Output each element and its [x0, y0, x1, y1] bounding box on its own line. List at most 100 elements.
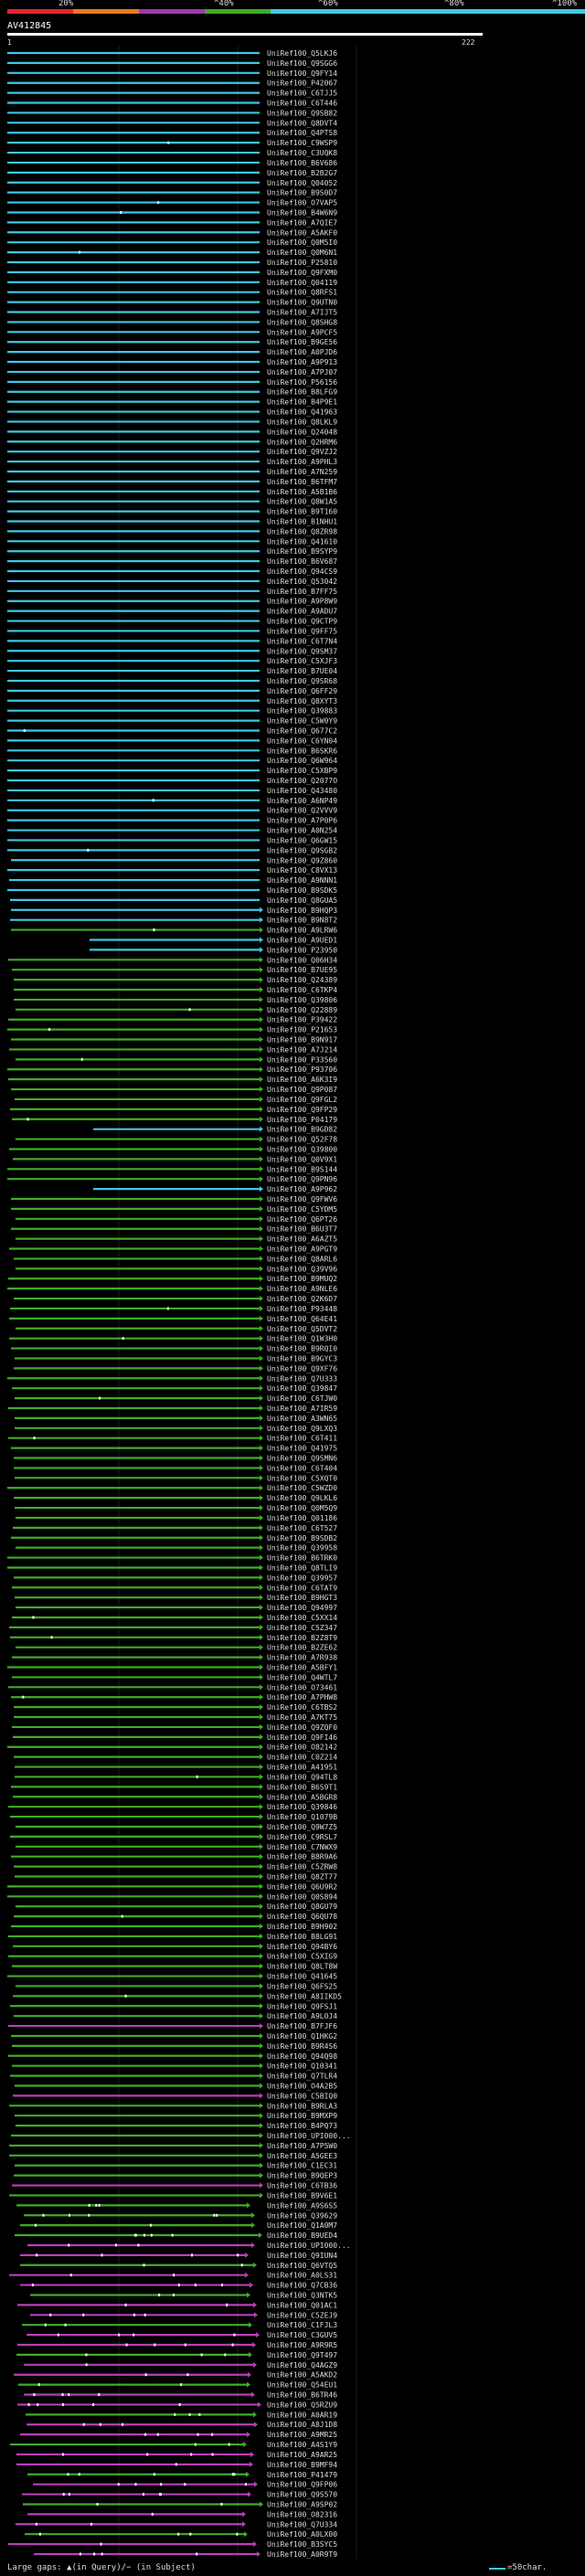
- hit-label[interactable]: UniRef100_B9SDK5: [267, 886, 337, 895]
- hit-label[interactable]: UniRef100_P33560: [267, 1055, 337, 1064]
- hit-label[interactable]: UniRef100_Q9FF75: [267, 627, 337, 635]
- hit-label[interactable]: UniRef100_Q01186: [267, 1514, 337, 1522]
- hit-label[interactable]: UniRef100_Q4WTL7: [267, 1673, 337, 1681]
- hit-label[interactable]: UniRef100_A9UED1: [267, 936, 337, 944]
- hit-label[interactable]: UniRef100_Q8LT8W: [267, 1963, 337, 1971]
- hit-label[interactable]: UniRef100_Q0M5I0: [267, 239, 337, 247]
- hit-label[interactable]: UniRef100_C5YDM5: [267, 1205, 337, 1214]
- hit-label[interactable]: UniRef100_O4A2B5: [267, 2082, 337, 2090]
- hit-label[interactable]: UniRef100_Q9T497: [267, 2351, 337, 2359]
- hit-label[interactable]: UniRef100_Q8W1A5: [267, 498, 337, 506]
- hit-label[interactable]: UniRef100_C5XIG9: [267, 1953, 337, 1961]
- hit-label[interactable]: UniRef100_Q9FGL2: [267, 1096, 337, 1104]
- hit-label[interactable]: UniRef100_B9R4S6: [267, 2042, 337, 2051]
- hit-label[interactable]: UniRef100_C5XJF3: [267, 657, 337, 665]
- hit-label[interactable]: UniRef100_B4W6N9: [267, 208, 337, 217]
- hit-label[interactable]: UniRef100_Q9SGG6: [267, 59, 337, 68]
- hit-label[interactable]: UniRef100_A4S1Y9: [267, 2441, 337, 2449]
- hit-label[interactable]: UniRef100_B9SDB2: [267, 1534, 337, 1542]
- hit-label[interactable]: UniRef100_Q2VVV9: [267, 807, 337, 815]
- hit-label[interactable]: UniRef100_A9P962: [267, 1185, 337, 1193]
- hit-label[interactable]: UniRef100_Q9ZQF0: [267, 1723, 337, 1732]
- hit-label[interactable]: UniRef100_Q2HRM6: [267, 438, 337, 446]
- hit-label[interactable]: UniRef100_Q4AGZ9: [267, 2361, 337, 2369]
- hit-label[interactable]: UniRef100_A7KT75: [267, 1713, 337, 1722]
- hit-label[interactable]: UniRef100_A5B1B6: [267, 488, 337, 496]
- hit-label[interactable]: UniRef100_Q94TL8: [267, 1773, 337, 1781]
- hit-label[interactable]: UniRef100_Q94CS9: [267, 567, 337, 576]
- hit-label[interactable]: UniRef100_A7PJ07: [267, 368, 337, 376]
- hit-label[interactable]: UniRef100_P25810: [267, 259, 337, 267]
- hit-label[interactable]: UniRef100_Q04119: [267, 279, 337, 287]
- hit-label[interactable]: UniRef100_A7IJT5: [267, 309, 337, 317]
- hit-label[interactable]: UniRef100_Q9FY14: [267, 69, 337, 78]
- hit-label[interactable]: UniRef100_P21653: [267, 1026, 337, 1034]
- hit-label[interactable]: UniRef100_Q41975: [267, 1445, 337, 1453]
- hit-label[interactable]: UniRef100_B3SYC5: [267, 2540, 337, 2549]
- hit-label[interactable]: UniRef100_Q10341: [267, 2062, 337, 2071]
- hit-label[interactable]: UniRef100_B9S0D7: [267, 189, 337, 197]
- hit-label[interactable]: UniRef100_Q24389: [267, 976, 337, 984]
- hit-label[interactable]: UniRef100_UPI000...: [267, 2132, 351, 2140]
- hit-label[interactable]: UniRef100_C5W0Y9: [267, 717, 337, 726]
- hit-label[interactable]: UniRef100_A9NNN1: [267, 876, 337, 885]
- hit-label[interactable]: UniRef100_B2Z8T9: [267, 1634, 337, 1642]
- hit-label[interactable]: UniRef100_A7P0P6: [267, 817, 337, 825]
- hit-label[interactable]: UniRef100_A41951: [267, 1764, 337, 1772]
- hit-label[interactable]: UniRef100_C5XX14: [267, 1614, 337, 1622]
- hit-label[interactable]: UniRef100_B9MF94: [267, 2461, 337, 2469]
- hit-label[interactable]: UniRef100_Q9SGB2: [267, 846, 337, 854]
- hit-label[interactable]: UniRef100_Q5RZU9: [267, 2401, 337, 2409]
- hit-label[interactable]: UniRef100_Q94BY6: [267, 1943, 337, 1951]
- hit-label[interactable]: UniRef100_C5WZD0: [267, 1484, 337, 1492]
- hit-label[interactable]: UniRef100_B7UE04: [267, 667, 337, 675]
- hit-label[interactable]: UniRef100_B1NHU1: [267, 518, 337, 526]
- hit-label[interactable]: UniRef100_Q39800: [267, 1145, 337, 1153]
- hit-label[interactable]: UniRef100_Q39883: [267, 707, 337, 716]
- hit-label[interactable]: UniRef100_Q5LKJ6: [267, 49, 337, 58]
- hit-label[interactable]: UniRef100_Q6VTQ5: [267, 2262, 337, 2270]
- hit-label[interactable]: UniRef100_B7FJF6: [267, 2022, 337, 2030]
- hit-label[interactable]: UniRef100_A7IR59: [267, 1405, 337, 1413]
- hit-label[interactable]: UniRef100_Q8LKL9: [267, 418, 337, 426]
- hit-label[interactable]: UniRef100_C5ZEJ9: [267, 2311, 337, 2319]
- hit-label[interactable]: UniRef100_A9PHL3: [267, 458, 337, 466]
- hit-label[interactable]: UniRef100_A6AZT5: [267, 1235, 337, 1244]
- hit-label[interactable]: UniRef100_C6T411: [267, 1435, 337, 1443]
- hit-label[interactable]: UniRef100_C3GUV5: [267, 2331, 337, 2339]
- hit-label[interactable]: UniRef100_C8VX13: [267, 866, 337, 875]
- hit-label[interactable]: UniRef100_Q9FI46: [267, 1733, 337, 1742]
- hit-label[interactable]: UniRef100_B6SKR6: [267, 747, 337, 755]
- hit-label[interactable]: UniRef100_Q39958: [267, 1544, 337, 1553]
- hit-label[interactable]: UniRef100_Q8GU79: [267, 1903, 337, 1911]
- hit-label[interactable]: UniRef100_UPI000...: [267, 2242, 351, 2250]
- hit-label[interactable]: UniRef100_A0PJD6: [267, 348, 337, 356]
- hit-label[interactable]: UniRef100_B6S9T1: [267, 1783, 337, 1791]
- hit-label[interactable]: UniRef100_A6NP49: [267, 797, 337, 805]
- hit-label[interactable]: UniRef100_C1EC31: [267, 2162, 337, 2170]
- hit-label[interactable]: UniRef100_B9GD82: [267, 1126, 337, 1134]
- hit-label[interactable]: UniRef100_Q94997: [267, 1604, 337, 1612]
- hit-label[interactable]: UniRef100_A0LX00: [267, 2530, 337, 2539]
- hit-label[interactable]: UniRef100_B9H902: [267, 1923, 337, 1931]
- hit-label[interactable]: UniRef100_A9PGT9: [267, 1246, 337, 1254]
- hit-label[interactable]: UniRef100_B9RQI0: [267, 1345, 337, 1353]
- hit-label[interactable]: UniRef100_O73461: [267, 1683, 337, 1691]
- hit-label[interactable]: UniRef100_Q9FSJ1: [267, 2002, 337, 2010]
- hit-label[interactable]: UniRef100_Q9FP29: [267, 1106, 337, 1114]
- hit-label[interactable]: UniRef100_Q9Z860: [267, 856, 337, 864]
- hit-label[interactable]: UniRef100_A7PHW8: [267, 1693, 337, 1701]
- hit-label[interactable]: UniRef100_Q64E41: [267, 1315, 337, 1323]
- hit-label[interactable]: UniRef100_A5AKF0: [267, 228, 337, 237]
- hit-label[interactable]: UniRef100_A9PCF5: [267, 328, 337, 336]
- hit-label[interactable]: UniRef100_Q8ARL6: [267, 1255, 337, 1263]
- hit-label[interactable]: UniRef100_B9N8T2: [267, 917, 337, 925]
- hit-label[interactable]: UniRef100_B2ZE62: [267, 1644, 337, 1652]
- hit-label[interactable]: UniRef100_A8J1D8: [267, 2421, 337, 2429]
- hit-label[interactable]: UniRef100_B9MXP9: [267, 2112, 337, 2120]
- hit-label[interactable]: UniRef100_A0LS31: [267, 2272, 337, 2280]
- hit-label[interactable]: UniRef100_Q3NTK5: [267, 2291, 337, 2299]
- hit-label[interactable]: UniRef100_A5AKD2: [267, 2371, 337, 2380]
- hit-label[interactable]: UniRef100_B9SYP9: [267, 547, 337, 556]
- hit-label[interactable]: UniRef100_A7P5W0: [267, 2142, 337, 2150]
